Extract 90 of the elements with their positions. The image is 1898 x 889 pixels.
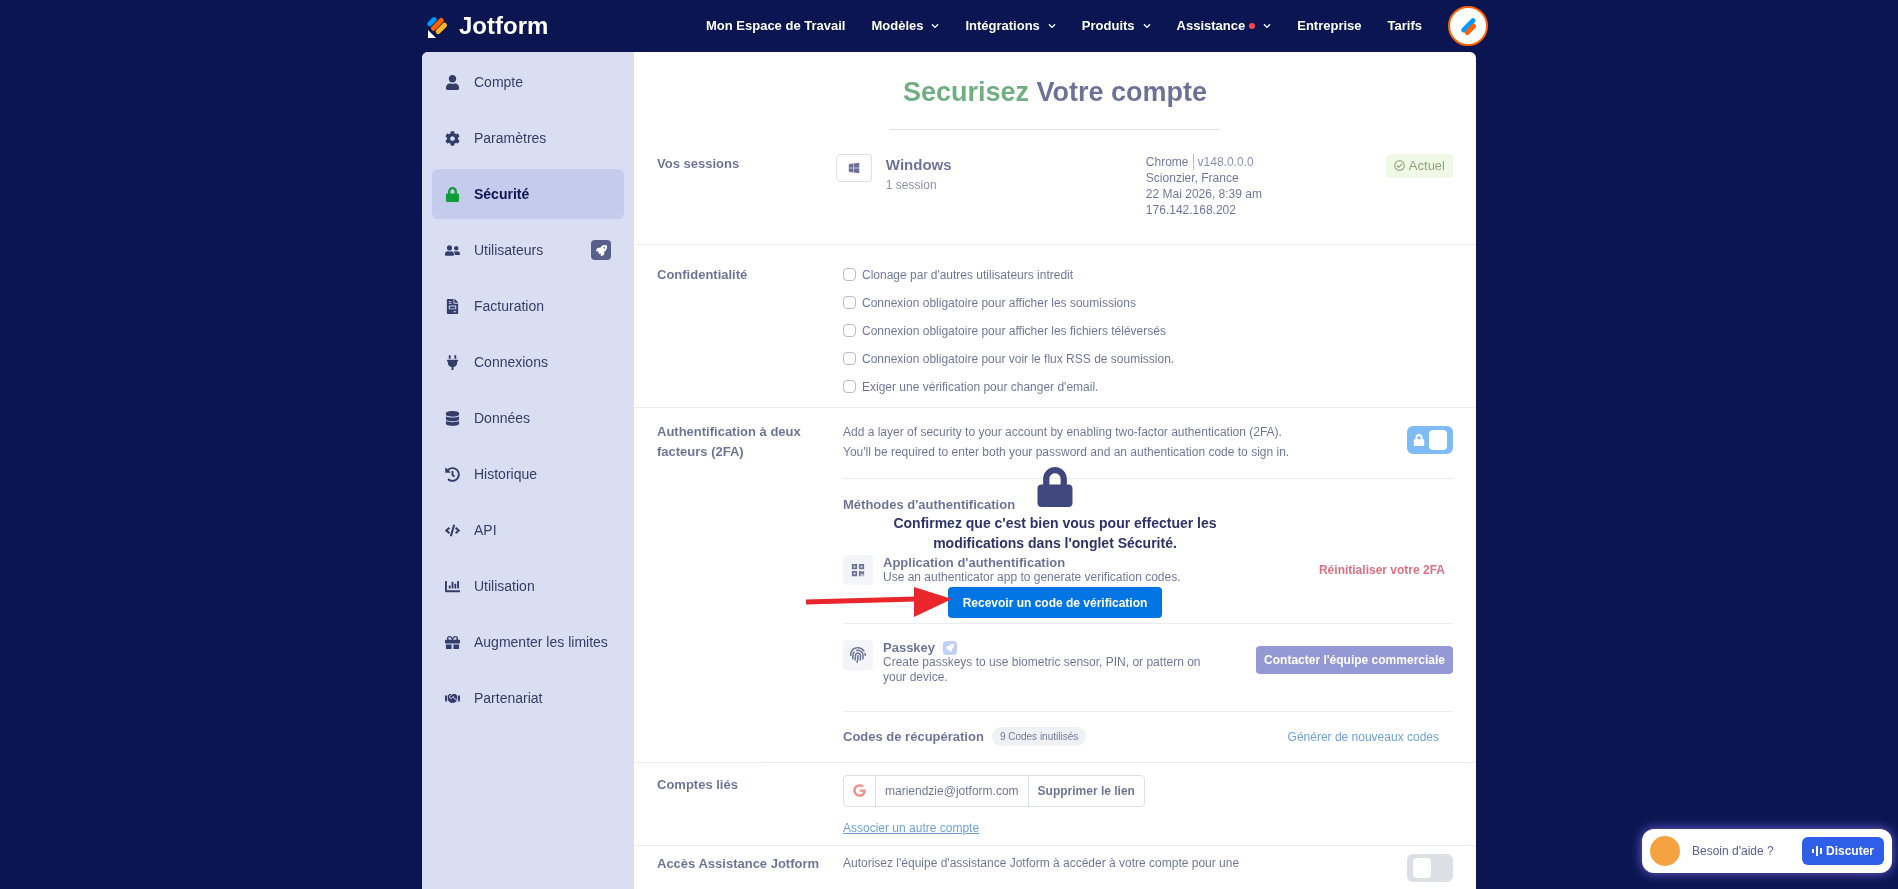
session-date: 22 Mai 2026, 8:39 am <box>1145 185 1263 202</box>
section-label: Comptes liés <box>657 775 739 794</box>
section-label: Vos sessions <box>657 154 741 173</box>
nav-link[interactable]: Assistance <box>1176 16 1272 36</box>
lock-icon <box>1413 433 1425 446</box>
method-name: Passkey <box>883 640 936 655</box>
mascot-avatar <box>1650 836 1680 866</box>
count-badge: 9 Codes inutilisés <box>991 727 1087 747</box>
toggle-knob <box>1413 857 1431 878</box>
sound-bars-icon <box>1811 846 1822 856</box>
rocket-icon <box>943 640 958 655</box>
sidebar-item[interactable]: Compte <box>432 57 624 107</box>
section-label: Authentification à deux facteurs (2FA) <box>657 422 802 461</box>
page-title: Securisez Votre compte <box>902 76 1208 109</box>
sidebar-icon <box>445 466 460 482</box>
sidebar-icon <box>445 186 460 202</box>
scan-icon <box>851 563 865 577</box>
method-name: Application d'authentification <box>883 555 1066 570</box>
sidebar-item[interactable]: Historique <box>432 449 624 499</box>
sidebar-item[interactable]: API <box>432 505 624 555</box>
user-avatar[interactable] <box>1448 6 1488 46</box>
checkbox-label: Connexion obligatoire pour voir le flux RSS de soumission. <box>862 350 1175 368</box>
sidebar-icon <box>445 74 460 90</box>
sidebar-item[interactable]: Partenariat <box>432 673 624 723</box>
checkbox[interactable] <box>843 268 856 281</box>
session-count: 1 session <box>885 177 938 194</box>
method-description: Create passkeys to use biometric sensor, PIN, or pattern on your device. <box>883 655 1202 685</box>
checkbox[interactable] <box>843 352 856 365</box>
status-badge: Actuel <box>1385 153 1453 178</box>
toggle-knob <box>1429 429 1447 450</box>
help-prompt: Besoin d'aide ? <box>1692 843 1775 860</box>
checkbox[interactable] <box>843 324 856 337</box>
lock-icon <box>1035 467 1075 507</box>
sidebar-item[interactable]: Facturation <box>432 281 624 331</box>
sidebar-item[interactable]: Utilisateurs <box>432 225 624 275</box>
sidebar-icon <box>445 298 460 314</box>
browser-name: Chrome <box>1145 153 1189 170</box>
sidebar-item[interactable]: Utilisation <box>432 561 624 611</box>
linked-email: mariendzie@jotform.com <box>884 782 1020 800</box>
sidebar-item[interactable]: Données <box>432 393 624 443</box>
checkbox-label: Clonage par d'autres utilisateurs intredit <box>862 266 1074 284</box>
device-name: Windows <box>885 154 952 175</box>
nav-link[interactable]: Produits <box>1081 16 1151 36</box>
sidebar-item[interactable]: Paramètres <box>432 113 624 163</box>
nav-link[interactable]: Tarifs <box>1387 16 1422 36</box>
nav-link[interactable]: Intégrations <box>965 16 1056 36</box>
subsection-title: Méthodes d'authentification <box>843 495 1016 514</box>
sidebar-icon <box>445 634 460 650</box>
sidebar-icon <box>445 354 460 370</box>
session-ip: 176.142.168.202 <box>1145 201 1237 218</box>
chevron-down-icon <box>1047 22 1056 30</box>
nav-link[interactable]: Entreprise <box>1297 16 1362 36</box>
section-label: Confidentialité <box>657 265 749 284</box>
fingerprint-icon <box>850 647 866 663</box>
check-icon <box>1393 160 1405 171</box>
nav-link[interactable]: Mon Espace de Travail <box>706 16 846 36</box>
checkbox[interactable] <box>843 380 856 393</box>
chevron-down-icon <box>931 22 940 30</box>
sidebar-icon <box>445 410 460 426</box>
google-icon <box>853 784 866 797</box>
unlink-button[interactable]: Supprimer le lien <box>1027 775 1144 806</box>
browser-version: v148.0.0.0 <box>1192 153 1254 170</box>
logo-text: Jotform <box>459 11 549 41</box>
sidebar-icon <box>445 130 460 146</box>
sidebar-item[interactable]: Connexions <box>432 337 624 387</box>
nav-link[interactable]: Modèles <box>871 16 940 36</box>
section-description: Autorisez l'équipe d'assistance Jotform à accéder à votre compte pour une <box>843 854 1241 872</box>
subsection-title: Codes de récupération <box>843 728 984 746</box>
section-label: Accès Assistance Jotform <box>657 854 821 873</box>
rocket-icon <box>591 240 611 260</box>
sidebar-item[interactable]: Sécurité <box>432 169 624 219</box>
sidebar-icon <box>445 522 460 538</box>
sidebar-icon <box>445 578 460 594</box>
sidebar-icon <box>445 242 460 258</box>
session-location: Scionzier, France <box>1145 169 1240 186</box>
verification-button[interactable]: Recevoir un code de vérification <box>947 587 1163 618</box>
toggle-switch[interactable] <box>1407 425 1453 454</box>
checkbox-label: Exiger une vérification pour changer d'email. <box>862 378 1099 396</box>
section-description: Add a layer of security to your account by enabling two-factor authentication (2FA). You'll be required to enter both your password and an authentication code to sign in. <box>843 423 1291 461</box>
verification-message: Confirmez que c'est bien vous pour effectuer les modifications dans l'onglet Sécurité. <box>892 514 1218 553</box>
toggle-switch[interactable] <box>1407 853 1453 882</box>
chat-button[interactable]: Discuter <box>1801 837 1884 865</box>
checkbox-label: Connexion obligatoire pour afficher les fichiers téléversés <box>862 322 1166 340</box>
chevron-down-icon <box>1263 22 1272 30</box>
checkbox[interactable] <box>843 296 856 309</box>
sidebar-item[interactable]: Augmenter les limites <box>432 617 624 667</box>
method-description: Use an authenticator app to generate verification codes. <box>883 570 1182 585</box>
checkbox-label: Connexion obligatoire pour afficher les soumissions <box>862 294 1136 312</box>
windows-icon <box>847 161 860 174</box>
chevron-down-icon <box>1142 22 1151 30</box>
